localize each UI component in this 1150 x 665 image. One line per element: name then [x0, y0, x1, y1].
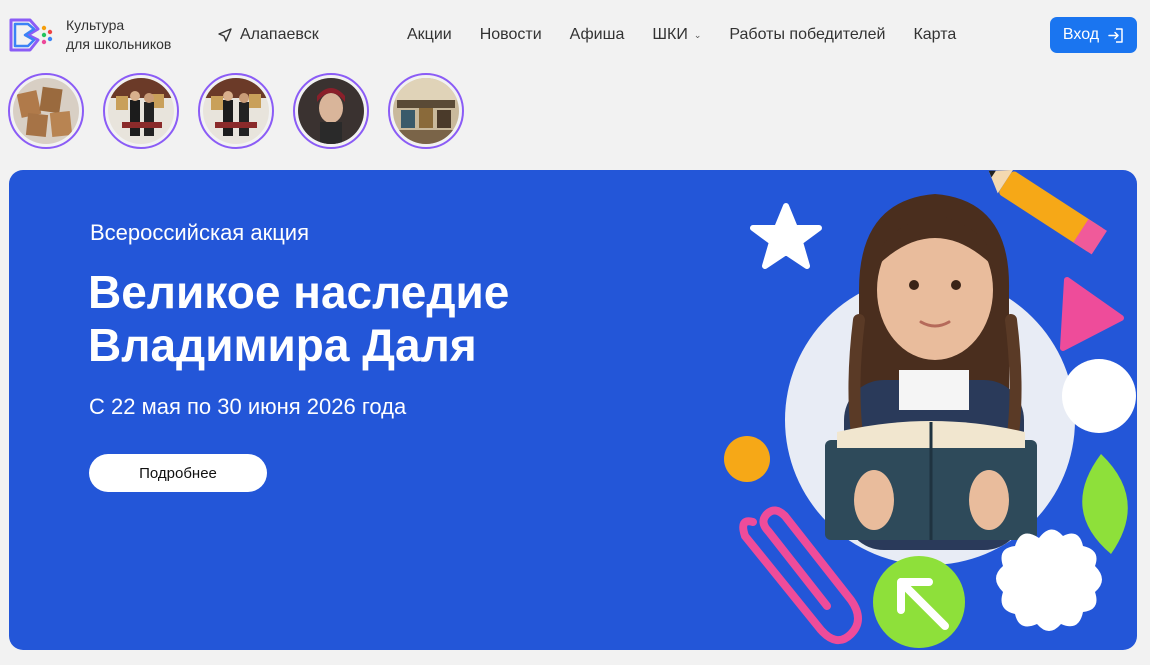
banner-title-line1: Великое наследие — [88, 266, 510, 318]
nav-item-label: Карта — [913, 26, 957, 43]
login-button-label: Вход — [1062, 26, 1100, 43]
logo-text[interactable]: Культура для школьников — [66, 16, 171, 54]
location-arrow-icon — [218, 28, 232, 42]
banner-illustration — [724, 170, 1136, 648]
nav-item-afisha[interactable]: Афиша — [570, 26, 625, 44]
nav-item-karta[interactable]: Карта — [913, 26, 956, 44]
nav-item-raboty-pobeditelej[interactable]: Работы победителей — [729, 26, 885, 44]
logo-icon[interactable] — [8, 16, 56, 54]
nav-item-akcii[interactable]: Акции — [407, 26, 452, 44]
story-thumbnail — [108, 78, 174, 144]
city-selector[interactable]: Алапаевск — [218, 26, 319, 44]
nav-item-label: Афиша — [569, 26, 625, 43]
story-item[interactable] — [8, 73, 84, 149]
story-item[interactable] — [293, 73, 369, 149]
nav-item-label: Работы победителей — [729, 26, 886, 43]
banner-title-line2: Владимира Даля — [88, 319, 477, 371]
white-circle-shape — [1062, 359, 1136, 433]
login-button[interactable]: Вход — [1050, 17, 1137, 53]
banner-dates: С 22 мая по 30 июня 2026 года — [89, 394, 407, 419]
main-nav: Акции Новости Афиша ШКИ ⌄ Работы победите… — [407, 26, 956, 44]
nav-item-novosti[interactable]: Новости — [480, 26, 542, 44]
nav-item-shki[interactable]: ШКИ ⌄ — [652, 26, 701, 44]
story-thumbnail — [393, 78, 459, 144]
story-thumbnail — [13, 78, 79, 144]
nav-item-label: ШКИ — [652, 26, 688, 43]
promo-banner[interactable]: Всероссийская акция Великое наследие Вла… — [9, 170, 1137, 650]
stories-row — [8, 73, 464, 149]
wavy-blob-shape — [996, 529, 1102, 631]
story-thumbnail — [203, 78, 269, 144]
story-item[interactable] — [388, 73, 464, 149]
leaf-shape — [1082, 454, 1128, 554]
site-header: Культура для школьников Алапаевск Акции … — [0, 0, 1150, 70]
logo-text-line1: Культура — [66, 17, 125, 33]
story-item[interactable] — [198, 73, 274, 149]
story-thumbnail — [298, 78, 364, 144]
story-item[interactable] — [103, 73, 179, 149]
banner-eyebrow: Всероссийская акция — [90, 220, 309, 245]
chevron-down-icon: ⌄ — [693, 29, 702, 40]
login-icon — [1108, 27, 1123, 43]
star-shape — [750, 203, 822, 269]
logo-text-line2: для школьников — [66, 36, 172, 52]
city-name: Алапаевск — [240, 26, 319, 43]
girl-illustration — [825, 194, 1037, 550]
more-button[interactable]: Подробнее — [89, 454, 267, 492]
triangle-shape — [1060, 277, 1124, 351]
nav-item-label: Акции — [407, 26, 452, 43]
nav-item-label: Новости — [479, 26, 542, 43]
banner-title: Великое наследие Владимира Даля — [88, 266, 509, 372]
orange-dot-shape — [724, 436, 770, 482]
